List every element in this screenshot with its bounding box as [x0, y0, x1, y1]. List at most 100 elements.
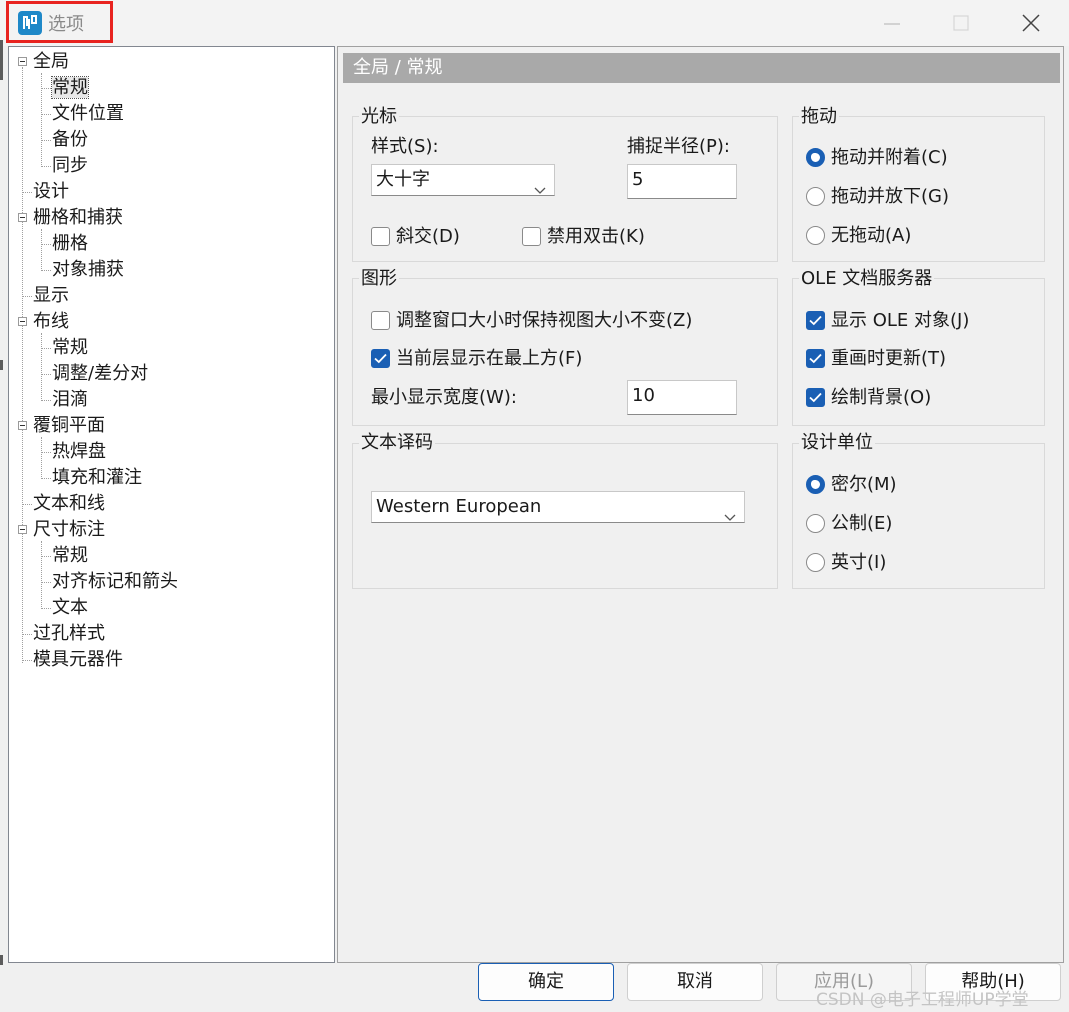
- no-drag-radio[interactable]: [806, 226, 825, 245]
- tree-connector: [22, 192, 32, 193]
- tree-connector: [41, 348, 51, 349]
- units-mils-radio[interactable]: [806, 475, 825, 494]
- tree-connector: [22, 504, 32, 505]
- check-icon: [809, 353, 822, 364]
- drag-drop-radio[interactable]: [806, 187, 825, 206]
- tree-connector: [22, 634, 32, 635]
- units-mils-label[interactable]: 密尔(M): [831, 474, 897, 496]
- tree-item-sync[interactable]: 同步: [52, 154, 88, 178]
- design-units-group-title: 设计单位: [799, 432, 875, 454]
- tree-item-design[interactable]: 设计: [33, 180, 69, 204]
- title-bar[interactable]: 选项: [0, 0, 1069, 46]
- tree-connector: [41, 478, 51, 479]
- close-button[interactable]: [1014, 6, 1048, 40]
- collapse-icon[interactable]: [18, 525, 27, 534]
- tree-item-routing-general[interactable]: 常规: [52, 336, 88, 360]
- ole-group-title: OLE 文档服务器: [799, 268, 935, 290]
- diagonal-label[interactable]: 斜交(D): [396, 226, 460, 248]
- update-on-redraw-label[interactable]: 重画时更新(T): [831, 348, 946, 370]
- snap-radius-label: 捕捉半径(P):: [627, 136, 730, 157]
- keep-view-size-label[interactable]: 调整窗口大小时保持视图大小不变(Z): [396, 310, 692, 332]
- tree-connector: [41, 374, 51, 375]
- active-layer-on-top-label[interactable]: 当前层显示在最上方(F): [396, 348, 582, 370]
- min-display-width-input[interactable]: 10: [627, 380, 737, 415]
- tree-item-backup[interactable]: 备份: [52, 128, 88, 152]
- tree-connector: [22, 296, 32, 297]
- annotation-highlight-box: [6, 1, 113, 43]
- tree-item-tuning-diff-pairs[interactable]: 调整/差分对: [52, 362, 148, 386]
- tree-item-dimension-text[interactable]: 文本: [52, 596, 88, 620]
- chevron-down-icon: [534, 175, 546, 205]
- update-on-redraw-checkbox[interactable]: [806, 349, 825, 368]
- tree-item-dimensioning[interactable]: 尺寸标注: [33, 518, 105, 542]
- tree-item-routing[interactable]: 布线: [33, 310, 69, 334]
- units-inches-label[interactable]: 英寸(I): [831, 552, 886, 574]
- ok-button[interactable]: 确定: [478, 963, 614, 1001]
- tree-connector: [41, 556, 51, 557]
- tree-item-fill-flood[interactable]: 填充和灌注: [52, 466, 142, 490]
- tree-connector: [41, 608, 51, 609]
- window-edge: [0, 360, 3, 370]
- tree-connector: [41, 229, 42, 271]
- drag-attach-radio[interactable]: [806, 148, 825, 167]
- disable-double-click-label[interactable]: 禁用双击(K): [547, 226, 645, 248]
- draw-background-checkbox[interactable]: [806, 388, 825, 407]
- no-drag-label[interactable]: 无拖动(A): [831, 225, 911, 247]
- tree-connector: [41, 166, 51, 167]
- drag-attach-label[interactable]: 拖动并附着(C): [831, 147, 948, 169]
- show-ole-objects-label[interactable]: 显示 OLE 对象(J): [831, 310, 969, 332]
- category-tree[interactable]: 全局 常规 文件位置 备份 同步 设计 栅格和捕获 栅格 对象捕获 显示 布线 …: [8, 46, 335, 963]
- tree-item-alignment-arrows[interactable]: 对齐标记和箭头: [52, 570, 178, 594]
- maximize-button[interactable]: [944, 6, 978, 40]
- diagonal-checkbox[interactable]: [371, 227, 390, 246]
- text-encoding-dropdown[interactable]: Western European: [371, 491, 745, 523]
- show-ole-objects-checkbox[interactable]: [806, 311, 825, 330]
- tree-connector: [41, 333, 42, 401]
- watermark: CSDN @电子工程师UP学堂: [816, 990, 1029, 1010]
- tree-item-die-components[interactable]: 模具元器件: [33, 648, 123, 672]
- active-layer-on-top-checkbox[interactable]: [371, 349, 390, 368]
- tree-item-object-snap[interactable]: 对象捕获: [52, 258, 124, 282]
- tree-item-file-locations[interactable]: 文件位置: [52, 102, 124, 126]
- tree-connector: [41, 88, 51, 89]
- tree-item-via-styles[interactable]: 过孔样式: [33, 622, 105, 646]
- graphics-group-title: 图形: [359, 268, 399, 290]
- draw-background-label[interactable]: 绘制背景(O): [831, 387, 931, 409]
- check-icon: [809, 392, 822, 403]
- collapse-icon[interactable]: [18, 421, 27, 430]
- snap-radius-input[interactable]: 5: [627, 164, 737, 199]
- tree-item-dimensioning-general[interactable]: 常规: [52, 544, 88, 568]
- collapse-icon[interactable]: [18, 57, 27, 66]
- minimize-button[interactable]: [875, 6, 909, 40]
- check-icon: [809, 315, 822, 326]
- units-metric-label[interactable]: 公制(E): [831, 513, 892, 535]
- collapse-icon[interactable]: [18, 213, 27, 222]
- tree-item-teardrops[interactable]: 泪滴: [52, 388, 88, 412]
- units-metric-radio[interactable]: [806, 514, 825, 533]
- cursor-style-dropdown[interactable]: 大十字: [371, 164, 555, 196]
- tree-item-grid[interactable]: 栅格: [52, 232, 88, 256]
- units-inches-radio[interactable]: [806, 553, 825, 572]
- tree-connector: [41, 270, 51, 271]
- cursor-style-label: 样式(S):: [371, 136, 439, 157]
- tree-connector: [41, 114, 51, 115]
- tree-item-global[interactable]: 全局: [33, 50, 69, 74]
- drag-drop-label[interactable]: 拖动并放下(G): [831, 186, 949, 208]
- options-dialog: 选项 全局 常规 文件位置 备份 同步 设计 栅格和捕获 栅格 对象捕获 显示 …: [0, 0, 1069, 1012]
- keep-view-size-checkbox[interactable]: [371, 311, 390, 330]
- disable-double-click-checkbox[interactable]: [522, 227, 541, 246]
- design-units-group: [792, 443, 1045, 589]
- cancel-button[interactable]: 取消: [627, 963, 763, 1001]
- tree-connector: [41, 452, 51, 453]
- tree-item-global-general[interactable]: 常规: [51, 76, 89, 100]
- tree-item-text-lines[interactable]: 文本和线: [33, 492, 105, 516]
- chevron-down-icon: [724, 502, 736, 532]
- collapse-icon[interactable]: [18, 317, 27, 326]
- tree-item-copper-pour[interactable]: 覆铜平面: [33, 414, 105, 438]
- tree-connector: [22, 67, 23, 663]
- tree-item-display[interactable]: 显示: [33, 284, 69, 308]
- min-display-width-label: 最小显示宽度(W):: [371, 387, 517, 408]
- tree-item-grid-snap[interactable]: 栅格和捕获: [33, 206, 123, 230]
- tree-item-thermals[interactable]: 热焊盘: [52, 440, 106, 464]
- tree-connector: [22, 660, 32, 661]
